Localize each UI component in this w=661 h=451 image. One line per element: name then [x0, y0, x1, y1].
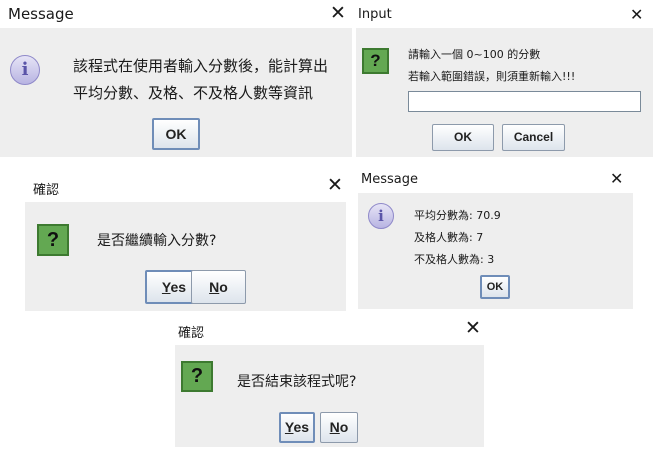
- question-text: 是否繼續輸入分數?: [97, 233, 217, 249]
- cancel-button[interactable]: Cancel: [502, 124, 565, 151]
- title-bar[interactable]: 確認 ✕: [25, 172, 346, 200]
- info-icon: i: [10, 55, 40, 85]
- ok-button[interactable]: OK: [480, 275, 510, 299]
- question-icon: ?: [362, 48, 389, 74]
- no-button[interactable]: No: [320, 412, 358, 443]
- dialog-body: ? 是否繼續輸入分數? Yes No: [25, 202, 346, 311]
- question-icon: ?: [181, 361, 213, 392]
- confirm-continue-dialog: 確認 ✕ ? 是否繼續輸入分數? Yes No: [25, 172, 346, 311]
- dialog-title: Input: [358, 7, 392, 22]
- title-bar[interactable]: 確認 ✕: [175, 315, 484, 343]
- message-line-2: 平均分數、及格、不及格人數等資訊: [73, 84, 314, 102]
- dialog-body: i 該程式在使用者輸入分數後，能計算出 平均分數、及格、不及格人數等資訊 OK: [0, 28, 352, 157]
- close-icon[interactable]: ✕: [630, 4, 643, 26]
- dialog-body: i 平均分數為: 70.9 及格人數為: 7 不及格人數為: 3 OK: [358, 193, 633, 309]
- close-icon[interactable]: ✕: [327, 174, 343, 196]
- message-dialog-results: Message ✕ i 平均分數為: 70.9 及格人數為: 7 不及格人數為:…: [358, 165, 633, 309]
- question-icon: ?: [37, 224, 69, 256]
- title-bar[interactable]: Message ✕: [0, 0, 352, 28]
- ok-button[interactable]: OK: [432, 124, 494, 151]
- question-text: 是否結束該程式呢?: [237, 374, 357, 390]
- average-line: 平均分數為: 70.9: [414, 209, 501, 222]
- close-icon[interactable]: ✕: [610, 168, 623, 190]
- fail-count-line: 不及格人數為: 3: [414, 253, 495, 266]
- yes-mnemonic: Y: [161, 279, 171, 295]
- dialog-title: 確認: [178, 326, 205, 341]
- title-bar[interactable]: Input ✕: [356, 0, 653, 28]
- no-mnemonic: N: [329, 419, 340, 435]
- prompt-line-2: 若輸入範圍錯誤，則須重新輸入!!!: [408, 70, 576, 83]
- no-label-rest: o: [339, 419, 349, 435]
- close-icon[interactable]: ✕: [465, 317, 481, 339]
- yes-button[interactable]: Yes: [279, 412, 315, 443]
- input-dialog: Input ✕ ? 請輸入一個 0~100 的分數 若輸入範圍錯誤，則須重新輸入…: [356, 0, 653, 157]
- message-line-1: 該程式在使用者輸入分數後，能計算出: [73, 57, 329, 75]
- title-bar[interactable]: Message ✕: [358, 165, 633, 193]
- no-button[interactable]: No: [191, 270, 246, 304]
- confirm-exit-dialog: 確認 ✕ ? 是否結束該程式呢? Yes No: [175, 315, 484, 447]
- dialog-title: Message: [361, 172, 418, 187]
- no-mnemonic: N: [209, 279, 220, 295]
- yes-label-rest: es: [170, 279, 187, 295]
- prompt-line-1: 請輸入一個 0~100 的分數: [408, 48, 541, 61]
- dialog-title: 確認: [33, 183, 60, 198]
- score-input[interactable]: [408, 91, 641, 112]
- dialog-body: ? 是否結束該程式呢? Yes No: [175, 345, 484, 447]
- yes-mnemonic: Y: [284, 419, 294, 435]
- ok-button[interactable]: OK: [152, 118, 200, 150]
- dialog-title: Message: [8, 5, 74, 23]
- dialog-body: ? 請輸入一個 0~100 的分數 若輸入範圍錯誤，則須重新輸入!!! OK C…: [356, 28, 653, 157]
- no-label-rest: o: [219, 279, 228, 295]
- info-icon: i: [368, 203, 394, 229]
- yes-label-rest: es: [293, 419, 310, 435]
- message-dialog-intro: Message ✕ i 該程式在使用者輸入分數後，能計算出 平均分數、及格、不及…: [0, 0, 352, 157]
- close-icon[interactable]: ✕: [330, 2, 346, 24]
- pass-count-line: 及格人數為: 7: [414, 231, 484, 244]
